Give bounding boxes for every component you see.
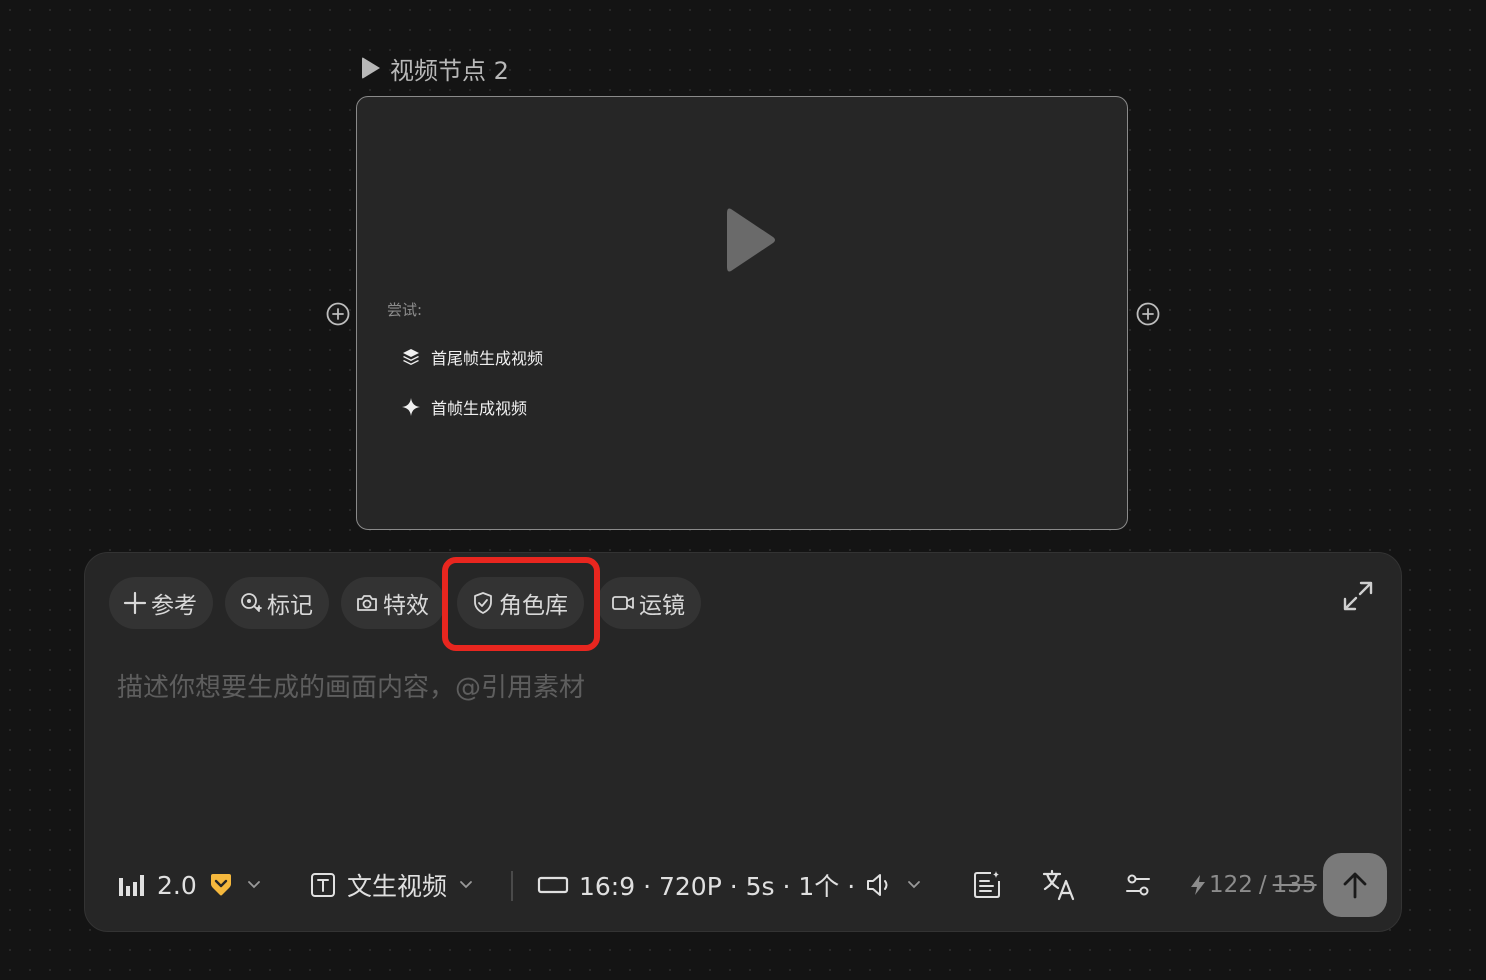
add-output-handle-icon[interactable] — [1136, 302, 1160, 326]
chip-effects[interactable]: 特效 — [341, 577, 445, 629]
bottom-bar: 2.0 文生视频 16:9 · 720P · 5s · 1个 · 122 / 1… — [85, 853, 1401, 917]
translate-icon — [1042, 869, 1075, 901]
chip-label: 运镜 — [639, 593, 685, 619]
play-icon[interactable] — [725, 205, 777, 275]
lightning-icon — [1191, 875, 1205, 895]
camera-icon — [357, 595, 377, 611]
chip-reference[interactable]: 参考 — [109, 577, 213, 629]
bar-chart-icon — [119, 875, 144, 896]
chip-label: 参考 — [151, 593, 197, 619]
mode-selector[interactable]: 文生视频 — [309, 853, 475, 917]
arrow-up-icon — [1343, 872, 1367, 899]
model-selector[interactable]: 2.0 — [117, 853, 263, 917]
speaker-icon — [867, 874, 888, 896]
model-version: 2.0 — [157, 870, 197, 900]
chevron-down-icon — [908, 881, 921, 889]
suggestion-label: 首尾帧生成视频 — [431, 349, 544, 368]
video-node-card[interactable]: 尝试: 首尾帧生成视频 首帧生成视频 — [356, 96, 1128, 530]
translate-button[interactable] — [1041, 853, 1077, 917]
suggestion-first-last-frame[interactable]: 首尾帧生成视频 — [401, 345, 543, 369]
credits-current: 122 — [1209, 872, 1253, 898]
try-label: 尝试: — [387, 301, 423, 319]
document-sparkle-icon — [974, 871, 1000, 898]
suggestion-label: 首帧生成视频 — [431, 399, 528, 418]
layers-icon — [403, 349, 419, 365]
chip-label: 特效 — [383, 593, 429, 619]
chip-mark[interactable]: 标记 — [225, 577, 329, 629]
text-box-icon — [311, 873, 335, 897]
video-settings-selector[interactable]: 16:9 · 720P · 5s · 1个 · — [537, 853, 923, 917]
prompt-input[interactable]: 描述你想要生成的画面内容，@引用素材 — [117, 667, 1317, 704]
plus-icon — [123, 591, 147, 615]
settings-summary: 16:9 · 720P · 5s · 1个 · — [579, 872, 856, 901]
sliders-icon — [1126, 874, 1150, 896]
prompt-panel: 参考 标记 特效 角色库 运镜 描述你想要生成的画面内容，@引用素材 2.0 文… — [84, 552, 1402, 932]
aspect-ratio-icon — [537, 876, 569, 894]
sparkle-icon — [402, 398, 420, 416]
toolbar-divider — [511, 871, 513, 901]
chevron-down-icon — [460, 881, 472, 889]
credits-original: 135 — [1272, 872, 1317, 898]
pin-search-icon — [241, 593, 262, 612]
prompt-enhance-button[interactable] — [971, 853, 1003, 917]
node-title-text: 视频节点 2 — [390, 56, 509, 85]
suggestion-first-frame[interactable]: 首帧生成视频 — [401, 395, 527, 419]
credits-display: 122 / 135 — [1189, 853, 1317, 917]
chip-camera-motion[interactable]: 运镜 — [597, 577, 701, 629]
chip-label: 标记 — [267, 593, 313, 619]
credits-separator: / — [1258, 872, 1267, 898]
add-input-handle-icon[interactable] — [326, 302, 350, 326]
video-camera-icon — [612, 596, 634, 610]
expand-icon[interactable] — [1341, 579, 1375, 613]
send-button[interactable] — [1323, 853, 1387, 917]
highlight-box — [442, 557, 600, 651]
play-triangle-icon — [362, 57, 380, 79]
node-title: 视频节点 2 — [362, 50, 509, 86]
advanced-settings-button[interactable] — [1123, 853, 1153, 917]
mode-label: 文生视频 — [347, 872, 448, 901]
chevron-down-icon — [247, 881, 260, 889]
vip-badge-icon — [210, 874, 231, 896]
